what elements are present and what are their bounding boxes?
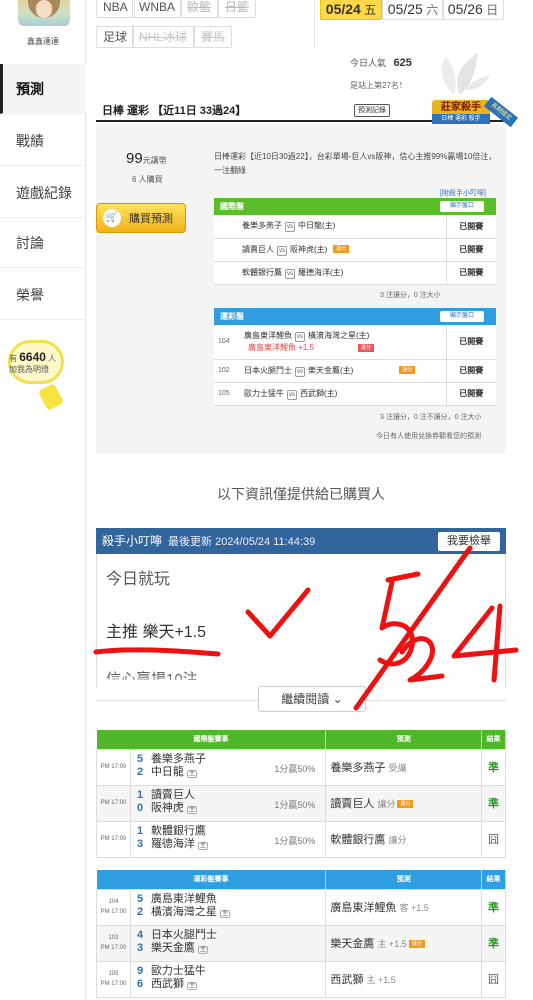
tab-soccer[interactable]: 足球 — [96, 26, 135, 48]
future-header: 運彩盤 顯示盤口 — [214, 308, 496, 325]
today-popularity: 今日人氣 625 — [350, 57, 412, 69]
buyer-count: 6 人購買 — [132, 175, 163, 184]
show-odds-button[interactable]: 顯示盤口 — [440, 201, 484, 212]
supporter-count: 有 6640 人 加我為明燈 — [9, 350, 57, 374]
table-row: 102 PM 17:00 4 日本火腿鬥士 3 樂天金鷹 主 樂天金鷹 主 +1.5 讓分… — [96, 924, 506, 962]
pick-title: 日棒 運彩 【近11日 33過24】 — [102, 105, 247, 117]
killer-tip-link[interactable]: [附殺手小叮嚀] — [440, 188, 486, 198]
voucher-note: 今日有人使用兌換券觀看您的預測 — [376, 433, 481, 440]
avatar[interactable] — [18, 0, 70, 26]
username: 鑫鑫達達 — [27, 37, 59, 46]
future-results-table: 運彩盤賽事 預測 結果 104 PM 17:00 5 廣島東洋鯉魚 2 橫濱海灣之星 主 廣… — [96, 870, 506, 998]
table-row: 102 日本火腿鬥士 vs 樂天金鷹(主) 讓分 已開賽 — [214, 359, 496, 383]
table-row: 104 PM 17:00 5 廣島東洋鯉魚 2 橫濱海灣之星 主 廣島東洋鯉魚 客 +1… — [96, 888, 506, 926]
tab-nhl[interactable]: NHL冰球 — [132, 26, 195, 48]
killer-badge-sub: 日棒 運彩 殺手 — [432, 114, 490, 124]
sidebar-item-discussion[interactable]: 討論 — [0, 218, 86, 268]
date-tab-0525[interactable]: 05/25 六 — [382, 0, 444, 20]
tab-euro-basketball[interactable]: 歐籃 — [180, 0, 219, 18]
table-row: 104 廣島東洋鯉魚 vs 橫濱海灣之星(主) 廣島東洋鯉魚 +1.5 讓分 已開賽 — [214, 325, 496, 360]
international-header: 國際盤 顯示盤口 — [214, 198, 496, 215]
tip-line: 今日就玩 — [106, 571, 171, 588]
table-row: 讀賣巨人 vs 阪神虎(主) 讓分 已開賽 — [214, 238, 496, 262]
table-row: PM 17:00 1 軟體銀行鷹 3 羅德海洋 主 1分贏50% 軟體銀行鷹 讓分 囧 — [96, 820, 506, 858]
show-odds-button[interactable]: 顯示盤口 — [440, 311, 484, 322]
table-header-row: 運彩盤賽事 預測 結果 — [96, 870, 506, 889]
table-row: 105 PM 17:00 9 歐力士猛牛 6 西武獅 主 西武獅 主 +1.5 囧 — [96, 960, 506, 998]
sidebar-item-honors[interactable]: 榮譽 — [0, 270, 86, 320]
international-table: 養樂多燕子 vs 中日龍(主) 已開賽 讀賣巨人 vs 阪神虎(主) 讓分 已開賽 軟體銀行鷹… — [214, 215, 496, 285]
tab-horse-racing[interactable]: 賽馬 — [194, 26, 233, 48]
date-tab-0526[interactable]: 05/26 日 — [442, 0, 504, 20]
table-header-row: 國際盤賽事 預測 結果 — [96, 730, 506, 749]
table-row: PM 17:00 5 養樂多燕子 2 中日龍 主 1分贏50% 養樂多燕子 受讓 準 — [96, 748, 506, 786]
international-results-table: 國際盤賽事 預測 結果 PM 17:00 5 養樂多燕子 2 中日龍 主 1分贏50% 養樂… — [96, 730, 506, 858]
table-row: 軟體銀行鷹 vs 羅德海洋(主) 已開賽 — [214, 261, 496, 285]
international-section: 國際盤 顯示盤口 養樂多燕子 vs 中日龍(主) 已開賽 讀賣巨人 vs 阪神虎(主) 讓分已… — [214, 198, 496, 285]
tip-main-pick: 主推 樂天+1.5 — [106, 624, 207, 641]
international-note: 3 注讓分，0 注大小 — [380, 292, 441, 299]
pick-description: 日棒運彩【近10日30過22】，台彩單場-巨人vs阪神，信心主推99%贏場10倍… — [214, 152, 497, 175]
chevron-down-icon: ⌄ — [332, 692, 343, 706]
tab-japan-basketball[interactable]: 日籃 — [218, 0, 257, 18]
divider — [314, 0, 315, 48]
sidebar-item-predictions[interactable]: 預測 — [0, 64, 86, 114]
date-tab-0524[interactable]: 05/24 五 — [320, 0, 382, 20]
cart-icon: 🛒 — [103, 209, 121, 227]
continue-reading-button[interactable]: 繼續閱讀 ⌄ — [258, 686, 366, 712]
tab-wnba[interactable]: WNBA — [132, 0, 182, 18]
sidebar-item-game-history[interactable]: 遊戲紀錄 — [0, 168, 86, 218]
future-table: 104 廣島東洋鯉魚 vs 橫濱海灣之星(主) 廣島東洋鯉魚 +1.5 讓分 已開賽 102… — [214, 325, 496, 406]
future-section: 運彩盤 顯示盤口 104 廣島東洋鯉魚 vs 橫濱海灣之星(主) 廣島東洋鯉魚 +1.5 讓… — [214, 308, 496, 406]
report-button[interactable]: 我要檢舉 — [438, 532, 500, 551]
buy-prediction-button[interactable]: 🛒 購買預測 — [96, 203, 186, 233]
tab-nba[interactable]: NBA — [96, 0, 135, 18]
table-row: PM 17:00 1 讀賣巨人 0 阪神虎 主 1分贏50% 讀賣巨人 讓分 讓分 準 — [96, 784, 506, 822]
leaf-decoration — [441, 52, 490, 95]
table-row: 105 歐力士猛牛 vs 西武獅(主) 已開賽 — [214, 382, 496, 406]
prediction-record-button[interactable]: 預測記錄 — [354, 104, 390, 117]
table-row: 養樂多燕子 vs 中日龍(主) 已開賽 — [214, 215, 496, 239]
purchase-info: 以下資訊僅提供給已購買人 — [217, 486, 385, 502]
future-note: 3 注讓分，0 注不讓分，0 注大小 — [380, 414, 482, 421]
sidebar-item-record[interactable]: 戰績 — [0, 116, 86, 166]
price: 99元讓幣 — [126, 150, 167, 167]
site-rank: 是站上第27名！ — [350, 81, 407, 90]
